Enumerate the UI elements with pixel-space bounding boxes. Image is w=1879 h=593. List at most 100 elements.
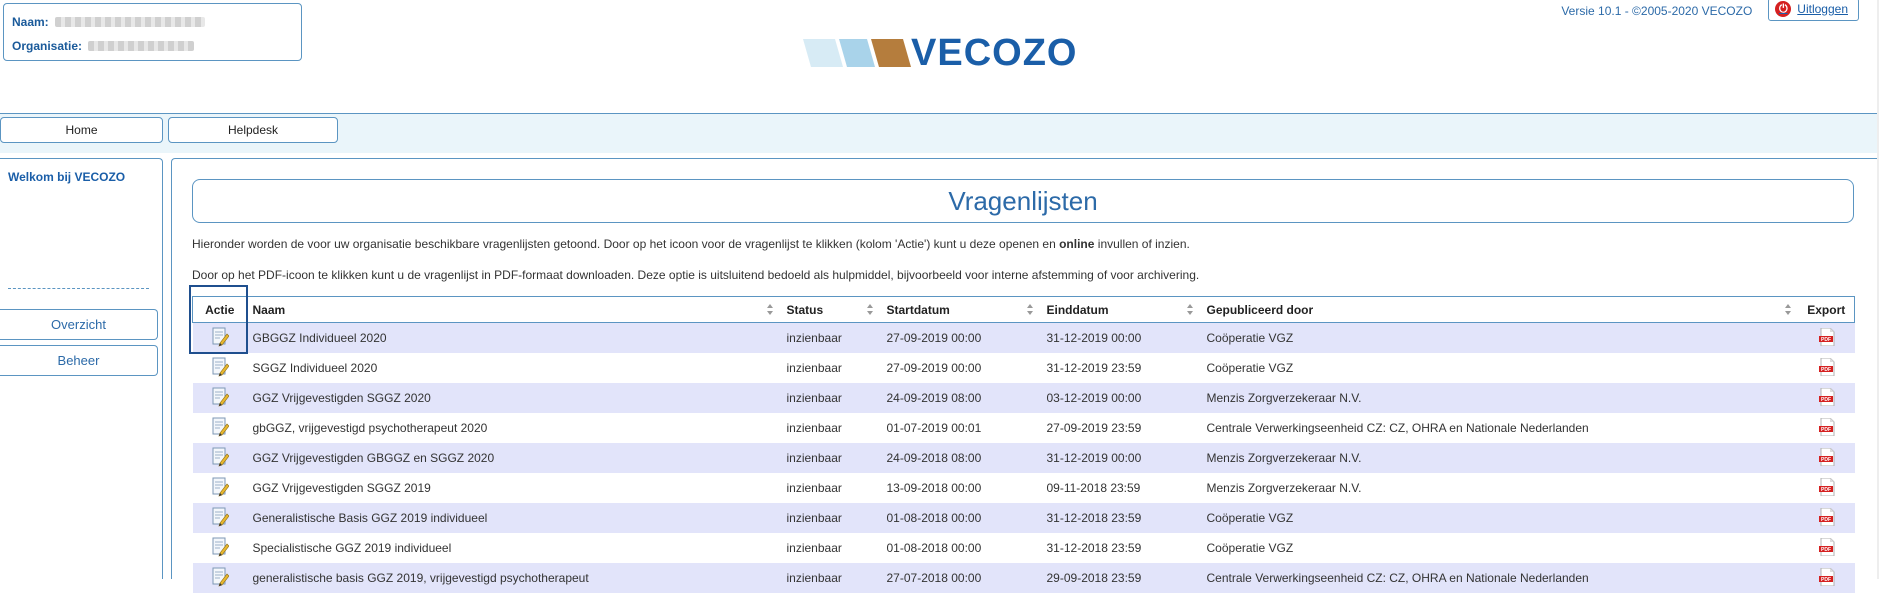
edit-document-icon[interactable]: [211, 387, 229, 407]
table-row: GGZ Vrijgevestigden GBGGZ en SGGZ 2020in…: [193, 443, 1855, 473]
col-header-einddatum[interactable]: Einddatum: [1041, 297, 1201, 323]
startdatum-cell: 24-09-2019 08:00: [881, 383, 1041, 413]
table-row: Generalistische Basis GGZ 2019 individue…: [193, 503, 1855, 533]
gepubliceerd-cell: Coöperatie VGZ: [1201, 353, 1799, 383]
actie-cell[interactable]: [193, 353, 247, 383]
pdf-icon[interactable]: [1819, 508, 1835, 526]
actie-cell[interactable]: [193, 563, 247, 593]
actie-cell[interactable]: [193, 413, 247, 443]
organisatie-value-redacted: [88, 41, 194, 51]
edit-document-icon[interactable]: [211, 417, 229, 437]
startdatum-cell: 27-09-2019 00:00: [881, 323, 1041, 354]
pdf-icon[interactable]: [1819, 328, 1835, 346]
col-header-startdatum-label: Startdatum: [887, 303, 950, 317]
pdf-icon[interactable]: [1819, 568, 1835, 586]
pdf-icon[interactable]: [1819, 418, 1835, 436]
nav-helpdesk-button[interactable]: Helpdesk: [168, 117, 338, 143]
sort-icon: [1027, 304, 1033, 315]
col-header-status[interactable]: Status: [781, 297, 881, 323]
actie-cell[interactable]: [193, 443, 247, 473]
col-header-naam-label: Naam: [253, 303, 286, 317]
nav-helpdesk-label: Helpdesk: [228, 123, 278, 137]
logout-label: Uitloggen: [1797, 2, 1848, 16]
export-cell[interactable]: [1799, 413, 1855, 443]
col-header-status-label: Status: [787, 303, 824, 317]
actie-cell[interactable]: [193, 383, 247, 413]
logo-stripes-icon: [803, 39, 913, 67]
export-cell[interactable]: [1799, 503, 1855, 533]
edit-document-icon[interactable]: [211, 537, 229, 557]
sort-icon: [1187, 304, 1193, 315]
table-row: generalistische basis GGZ 2019, vrijgeve…: [193, 563, 1855, 593]
col-header-export: Export: [1799, 297, 1855, 323]
export-cell[interactable]: [1799, 443, 1855, 473]
export-cell[interactable]: [1799, 563, 1855, 593]
export-cell[interactable]: [1799, 533, 1855, 563]
naam-cell: Specialistische GGZ 2019 individueel: [247, 533, 781, 563]
naam-label: Naam:: [12, 10, 49, 34]
naam-row: Naam:: [12, 10, 293, 34]
page-title: Vragenlijsten: [192, 179, 1854, 223]
sidebar-divider: [8, 288, 149, 289]
export-cell[interactable]: [1799, 323, 1855, 354]
table-row: gbGGZ, vrijgevestigd psychotherapeut 202…: [193, 413, 1855, 443]
sidebar-beheer-button[interactable]: Beheer: [0, 345, 158, 376]
pdf-icon[interactable]: [1819, 358, 1835, 376]
logout-button[interactable]: ⏻ Uitloggen: [1768, 0, 1859, 21]
pdf-icon[interactable]: [1819, 478, 1835, 496]
export-cell[interactable]: [1799, 383, 1855, 413]
naam-value-redacted: [55, 17, 205, 27]
actie-cell[interactable]: [193, 533, 247, 563]
col-header-startdatum[interactable]: Startdatum: [881, 297, 1041, 323]
power-icon: ⏻: [1775, 1, 1791, 17]
sort-icon: [1785, 304, 1791, 315]
col-header-naam[interactable]: Naam: [247, 297, 781, 323]
col-header-actie-label: Actie: [205, 303, 234, 317]
table-row: GGZ Vrijgevestigden SGGZ 2019inzienbaar1…: [193, 473, 1855, 503]
status-cell: inzienbaar: [781, 353, 881, 383]
intro-1-pre: Hieronder worden de voor uw organisatie …: [192, 237, 1059, 251]
status-cell: inzienbaar: [781, 413, 881, 443]
edit-document-icon[interactable]: [211, 447, 229, 467]
status-cell: inzienbaar: [781, 563, 881, 593]
status-cell: inzienbaar: [781, 503, 881, 533]
actie-cell[interactable]: [193, 503, 247, 533]
export-cell[interactable]: [1799, 353, 1855, 383]
edit-document-icon[interactable]: [211, 477, 229, 497]
startdatum-cell: 27-09-2019 00:00: [881, 353, 1041, 383]
export-cell[interactable]: [1799, 473, 1855, 503]
nav-home-label: Home: [65, 123, 97, 137]
einddatum-cell: 31-12-2019 23:59: [1041, 353, 1201, 383]
sidebar-overzicht-button[interactable]: Overzicht: [0, 309, 158, 340]
edit-document-icon[interactable]: [211, 507, 229, 527]
col-header-gepubliceerd[interactable]: Gepubliceerd door: [1201, 297, 1799, 323]
table-body: GBGGZ Individueel 2020inzienbaar27-09-20…: [193, 323, 1855, 593]
welcome-text: Welkom bij VECOZO: [8, 170, 125, 184]
col-header-einddatum-label: Einddatum: [1047, 303, 1109, 317]
nav-home-button[interactable]: Home: [0, 117, 163, 143]
actie-cell[interactable]: [193, 323, 247, 354]
version-text: Versie 10.1 - ©2005-2020 VECOZO: [1561, 4, 1752, 18]
status-cell: inzienbaar: [781, 383, 881, 413]
edit-document-icon[interactable]: [211, 567, 229, 587]
edit-document-icon[interactable]: [211, 327, 229, 347]
intro-1-bold: online: [1059, 237, 1094, 251]
startdatum-cell: 01-08-2018 00:00: [881, 503, 1041, 533]
intro-text-1: Hieronder worden de voor uw organisatie …: [192, 237, 1190, 251]
table-row: SGGZ Individueel 2020inzienbaar27-09-201…: [193, 353, 1855, 383]
naam-cell: GGZ Vrijgevestigden SGGZ 2020: [247, 383, 781, 413]
intro-text-2: Door op het PDF-icoon te klikken kunt u …: [192, 268, 1199, 282]
actie-cell[interactable]: [193, 473, 247, 503]
table-header-row: Actie Naam Status Startdatum Einddatum G…: [193, 297, 1855, 323]
pdf-icon[interactable]: [1819, 448, 1835, 466]
intro-1-post: invullen of inzien.: [1094, 237, 1189, 251]
status-cell: inzienbaar: [781, 473, 881, 503]
organisatie-row: Organisatie:: [12, 34, 293, 58]
pdf-icon[interactable]: [1819, 538, 1835, 556]
einddatum-cell: 27-09-2019 23:59: [1041, 413, 1201, 443]
gepubliceerd-cell: Centrale Verwerkingseenheid CZ: CZ, OHRA…: [1201, 413, 1799, 443]
naam-cell: GGZ Vrijgevestigden GBGGZ en SGGZ 2020: [247, 443, 781, 473]
sort-icon: [867, 304, 873, 315]
edit-document-icon[interactable]: [211, 357, 229, 377]
pdf-icon[interactable]: [1819, 388, 1835, 406]
